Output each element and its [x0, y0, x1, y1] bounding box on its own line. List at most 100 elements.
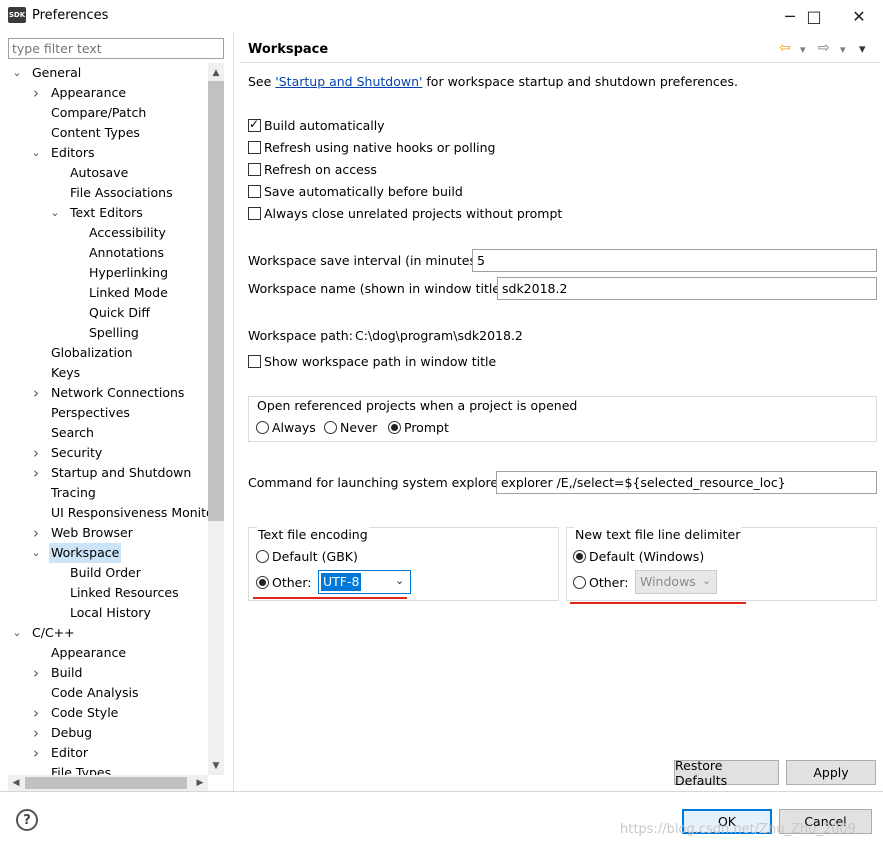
- tree-item[interactable]: › Security: [8, 443, 208, 463]
- restore-defaults-button[interactable]: Restore Defaults: [674, 758, 779, 788]
- refresh-on-access-checkbox[interactable]: [248, 163, 261, 176]
- delimiter-other-radio[interactable]: [573, 576, 586, 589]
- chevron-down-icon[interactable]: ⌄: [49, 203, 61, 223]
- tree-item[interactable]: ⌄ C/C++: [8, 623, 208, 643]
- tree-item[interactable]: Globalization: [8, 343, 208, 363]
- tree-item[interactable]: Code Analysis: [8, 683, 208, 703]
- tree-item[interactable]: › Startup and Shutdown: [8, 463, 208, 483]
- tree-item-label: Code Style: [51, 705, 119, 720]
- tree-item[interactable]: Local History: [8, 603, 208, 623]
- tree-item[interactable]: UI Responsiveness Monito: [8, 503, 214, 523]
- tree-item[interactable]: ⌄ Editors: [8, 143, 208, 163]
- tree-item[interactable]: Linked Resources: [8, 583, 208, 603]
- never-label: Never: [340, 420, 378, 435]
- tree-item[interactable]: Quick Diff: [8, 303, 208, 323]
- tree-item-label: Search: [51, 425, 94, 440]
- encoding-select-value: UTF-8: [321, 573, 362, 591]
- close-button[interactable]: ✕: [836, 0, 882, 32]
- tree-item-label: C/C++: [32, 625, 75, 640]
- prompt-radio[interactable]: [388, 421, 401, 434]
- tree-item[interactable]: › Network Connections: [8, 383, 208, 403]
- scroll-down-icon[interactable]: ▼: [208, 758, 224, 774]
- tree-item[interactable]: File Associations: [8, 183, 208, 203]
- tree-item-label: Annotations: [89, 245, 165, 260]
- chevron-down-icon[interactable]: ⌄: [30, 543, 42, 563]
- tree-item[interactable]: › Web Browser: [8, 523, 208, 543]
- tree-item-label: Local History: [70, 605, 151, 620]
- delimiter-select-value: Windows: [640, 574, 696, 589]
- workspace-name-input[interactable]: sdk2018.2: [497, 277, 877, 300]
- tree-item[interactable]: Search: [8, 423, 208, 443]
- filter-input[interactable]: [8, 38, 224, 59]
- build-automatically-checkbox[interactable]: [248, 117, 261, 132]
- scroll-right-icon[interactable]: ▶: [192, 775, 208, 791]
- forward-menu-chevron-icon[interactable]: ▾: [840, 43, 846, 56]
- tree-item[interactable]: File Types: [8, 763, 208, 775]
- refresh-on-access-label: Refresh on access: [264, 162, 377, 177]
- maximize-button[interactable]: □: [791, 0, 837, 32]
- chevron-down-icon[interactable]: ⌄: [30, 143, 42, 163]
- chevron-down-icon[interactable]: ⌄: [11, 63, 23, 83]
- chevron-right-icon[interactable]: ›: [30, 743, 42, 763]
- tree-item[interactable]: › Appearance: [8, 83, 208, 103]
- intro-text: See 'Startup and Shutdown' for workspace…: [248, 74, 738, 89]
- tree-item[interactable]: Compare/Patch: [8, 103, 208, 123]
- refresh-native-hooks-checkbox[interactable]: [248, 141, 261, 154]
- tree-item[interactable]: Autosave: [8, 163, 208, 183]
- tree-item[interactable]: Annotations: [8, 243, 208, 263]
- tree-item-label: Debug: [51, 725, 93, 740]
- chevron-right-icon[interactable]: ›: [30, 443, 42, 463]
- delimiter-select[interactable]: Windows ⌄: [635, 570, 717, 594]
- prompt-label: Prompt: [404, 420, 449, 435]
- encoding-select[interactable]: UTF-8 ⌄: [318, 570, 411, 594]
- chevron-right-icon[interactable]: ›: [30, 703, 42, 723]
- close-unrelated-projects-checkbox[interactable]: [248, 207, 261, 220]
- tree-horizontal-scroll-thumb[interactable]: [25, 777, 187, 789]
- never-radio[interactable]: [324, 421, 337, 434]
- tree-item[interactable]: ⌄ General: [8, 63, 208, 83]
- tree-item[interactable]: ⌄ Workspace: [8, 543, 208, 563]
- scroll-up-icon[interactable]: ▲: [208, 65, 224, 81]
- chevron-right-icon[interactable]: ›: [30, 523, 42, 543]
- save-interval-input[interactable]: 5: [472, 249, 877, 272]
- help-icon[interactable]: ?: [16, 809, 38, 831]
- chevron-right-icon[interactable]: ›: [30, 383, 42, 403]
- tree-item[interactable]: Perspectives: [8, 403, 208, 423]
- tree-item[interactable]: Linked Mode: [8, 283, 208, 303]
- tree-item[interactable]: ⌄ Text Editors: [8, 203, 208, 223]
- chevron-right-icon[interactable]: ›: [30, 663, 42, 683]
- tree-vertical-scroll-thumb[interactable]: [208, 81, 224, 521]
- save-before-build-checkbox[interactable]: [248, 185, 261, 198]
- tree-item[interactable]: Appearance: [8, 643, 208, 663]
- tree-item[interactable]: Keys: [8, 363, 208, 383]
- chevron-right-icon[interactable]: ›: [30, 723, 42, 743]
- delimiter-default-radio[interactable]: [573, 550, 586, 563]
- encoding-chevron-down-icon: ⌄: [395, 574, 405, 587]
- tree-item[interactable]: Accessibility: [8, 223, 208, 243]
- pane-divider[interactable]: [233, 32, 234, 791]
- encoding-other-radio[interactable]: [256, 576, 269, 589]
- explorer-command-input[interactable]: explorer /E,/select=${selected_resource_…: [496, 471, 877, 494]
- tree-item[interactable]: › Editor: [8, 743, 208, 763]
- scroll-left-icon[interactable]: ◀: [8, 775, 24, 791]
- tree-item[interactable]: › Debug: [8, 723, 208, 743]
- startup-shutdown-link[interactable]: 'Startup and Shutdown': [275, 74, 422, 89]
- tree-item[interactable]: › Code Style: [8, 703, 208, 723]
- encoding-default-radio[interactable]: [256, 550, 269, 563]
- tree-item[interactable]: Tracing: [8, 483, 208, 503]
- back-arrow-icon[interactable]: ⇦: [779, 40, 791, 56]
- chevron-right-icon[interactable]: ›: [30, 83, 42, 103]
- show-path-checkbox[interactable]: [248, 355, 261, 368]
- chevron-right-icon[interactable]: ›: [30, 463, 42, 483]
- tree-item[interactable]: Content Types: [8, 123, 208, 143]
- tree-item[interactable]: Spelling: [8, 323, 208, 343]
- back-menu-chevron-icon[interactable]: ▾: [800, 43, 806, 56]
- always-radio[interactable]: [256, 421, 269, 434]
- forward-arrow-icon[interactable]: ⇨: [818, 40, 830, 56]
- tree-item[interactable]: › Build: [8, 663, 208, 683]
- view-menu-icon[interactable]: ▾: [859, 42, 866, 57]
- apply-button[interactable]: Apply: [786, 760, 876, 785]
- tree-item[interactable]: Hyperlinking: [8, 263, 208, 283]
- chevron-down-icon[interactable]: ⌄: [11, 623, 23, 643]
- tree-item[interactable]: Build Order: [8, 563, 208, 583]
